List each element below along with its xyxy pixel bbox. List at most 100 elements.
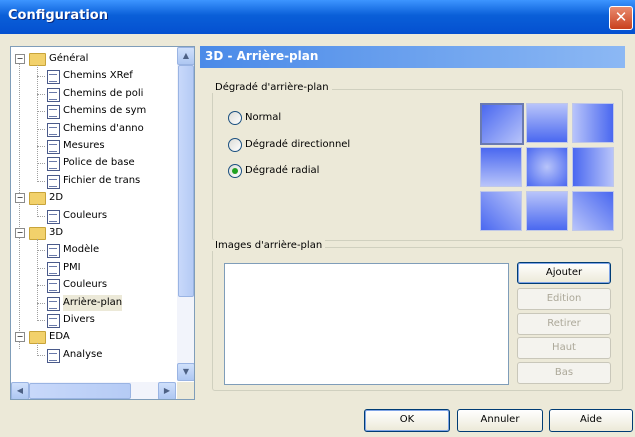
- page-icon: [47, 105, 60, 120]
- collapse-toggle[interactable]: −: [15, 332, 25, 343]
- tree-item-label: Général: [49, 53, 89, 64]
- tree-item-label: Police de base: [63, 157, 135, 169]
- radio-directional-label: Dégradé directionnel: [245, 139, 351, 150]
- tree-connector: [37, 320, 45, 321]
- chevron-up-icon: ▲: [182, 51, 190, 60]
- tree-connector: [37, 111, 45, 113]
- chevron-down-icon: ▼: [182, 367, 190, 376]
- tree-item[interactable]: Chemins d'anno: [11, 121, 176, 137]
- tree-item[interactable]: − Général: [11, 51, 176, 67]
- collapse-toggle[interactable]: −: [15, 228, 25, 238]
- tree-item[interactable]: Couleurs: [11, 277, 176, 294]
- tree-item[interactable]: Couleurs: [11, 208, 176, 224]
- vertical-scroll-thumb[interactable]: [178, 65, 194, 297]
- tree-item[interactable]: Divers: [11, 312, 176, 328]
- remove-button[interactable]: Retirer: [517, 313, 611, 335]
- images-list[interactable]: [224, 263, 509, 385]
- tree-item-label: 2D: [49, 192, 64, 204]
- configuration-dialog: Configuration ✕ − Général Chemins XRef Chem…: [0, 0, 635, 437]
- edit-button[interactable]: Edition: [517, 288, 611, 310]
- tree-item-label: PMI: [63, 261, 81, 273]
- tree-item-label: Couleurs: [63, 209, 108, 221]
- page-icon: [47, 261, 60, 276]
- horizontal-scroll-thumb[interactable]: [29, 383, 131, 399]
- radio-directional-indicator[interactable]: [228, 138, 242, 152]
- tree-item[interactable]: PMI: [11, 260, 176, 276]
- chevron-right-icon: ▶: [163, 386, 171, 395]
- config-tree[interactable]: − Général Chemins XRef Chemins de poli Chemi…: [10, 46, 195, 400]
- page-icon: [47, 348, 60, 363]
- scroll-right-button[interactable]: ▶: [158, 382, 176, 399]
- tree-connector: [37, 302, 45, 304]
- tree-item[interactable]: Mesures: [11, 138, 176, 154]
- panel-header: 3D - Arrière-plan: [200, 46, 625, 68]
- gradient-swatch[interactable]: [480, 191, 522, 231]
- tree-connector: [37, 146, 45, 147]
- tree-connector: [37, 354, 45, 356]
- tree-item[interactable]: Analyse: [11, 347, 176, 363]
- close-button[interactable]: ✕: [609, 6, 633, 30]
- gradient-swatch[interactable]: [480, 147, 522, 187]
- tree-item-label: Mesures: [63, 140, 105, 151]
- tree-connector: [37, 239, 38, 321]
- gradient-swatch[interactable]: [572, 147, 614, 187]
- tree-item[interactable]: Chemins XRef: [11, 68, 176, 85]
- radio-normal-label: Normal: [245, 112, 282, 123]
- page-icon: [47, 122, 60, 137]
- page-icon: [47, 244, 60, 259]
- ok-button[interactable]: OK: [364, 409, 450, 432]
- page-icon: [47, 279, 60, 294]
- radio-radial-indicator[interactable]: [228, 164, 242, 178]
- tree-item-label: EDA: [49, 331, 70, 343]
- gradient-swatch[interactable]: [526, 191, 568, 231]
- page-icon: [47, 209, 60, 224]
- tree-item[interactable]: Fichier de trans: [11, 173, 176, 189]
- tree-item-label: Chemins XRef: [63, 70, 133, 82]
- tree-item-label: Chemins de sym: [63, 105, 147, 117]
- chevron-left-icon: ◀: [16, 386, 24, 395]
- radio-normal-indicator[interactable]: [228, 111, 242, 125]
- tree-item[interactable]: − EDA: [11, 329, 176, 345]
- tree-item[interactable]: Police de base: [11, 155, 176, 172]
- tree-item[interactable]: Chemins de poli: [11, 86, 176, 102]
- tree-item-label: Couleurs: [63, 279, 108, 291]
- page-icon: [47, 314, 60, 328]
- tree-vertical-scrollbar[interactable]: ▲ ▼: [177, 47, 194, 381]
- tree-item[interactable]: Arrière-plan: [11, 294, 176, 311]
- tree-item-label: Analyse: [63, 348, 103, 360]
- add-button[interactable]: Ajouter: [517, 262, 611, 284]
- collapse-toggle[interactable]: −: [15, 54, 25, 64]
- tree-item[interactable]: Chemins de sym: [11, 103, 176, 120]
- gradient-swatch[interactable]: [526, 147, 568, 187]
- tree-item[interactable]: Modèle: [11, 242, 176, 259]
- help-button[interactable]: Aide: [549, 409, 633, 432]
- tree-item[interactable]: − 2D: [11, 190, 176, 206]
- tree-item-label: Modèle: [63, 244, 100, 256]
- scroll-up-button[interactable]: ▲: [177, 47, 194, 65]
- tree-connector: [37, 163, 45, 165]
- tree-horizontal-scrollbar[interactable]: ◀ ▶: [11, 382, 176, 399]
- window-title: Configuration: [8, 8, 108, 23]
- gradient-swatch[interactable]: [526, 103, 568, 143]
- tree-item-label: Arrière-plan: [63, 294, 123, 311]
- gradient-swatch[interactable]: [572, 191, 614, 231]
- page-icon: [47, 174, 60, 189]
- gradient-swatch[interactable]: [480, 103, 524, 145]
- scrollbar-corner: [177, 382, 194, 399]
- tree-connector: [37, 93, 45, 95]
- tree-connector: [37, 343, 38, 356]
- collapse-toggle[interactable]: −: [15, 193, 25, 204]
- tree-connector: [37, 204, 38, 217]
- tree-item-label: Chemins de poli: [63, 87, 144, 99]
- page-icon: [47, 70, 60, 85]
- images-group-label: Images d'arrière-plan: [212, 240, 326, 251]
- scroll-left-button[interactable]: ◀: [11, 382, 29, 399]
- scroll-down-button[interactable]: ▼: [177, 363, 194, 381]
- cancel-button[interactable]: Annuler: [457, 409, 543, 432]
- gradient-swatch[interactable]: [572, 103, 614, 143]
- down-button[interactable]: Bas: [517, 362, 611, 384]
- tree-item[interactable]: − 3D: [11, 225, 176, 241]
- gradient-group-label: Dégradé d'arrière-plan: [212, 82, 332, 93]
- up-button[interactable]: Haut: [517, 337, 611, 359]
- title-bar[interactable]: Configuration ✕: [0, 0, 635, 34]
